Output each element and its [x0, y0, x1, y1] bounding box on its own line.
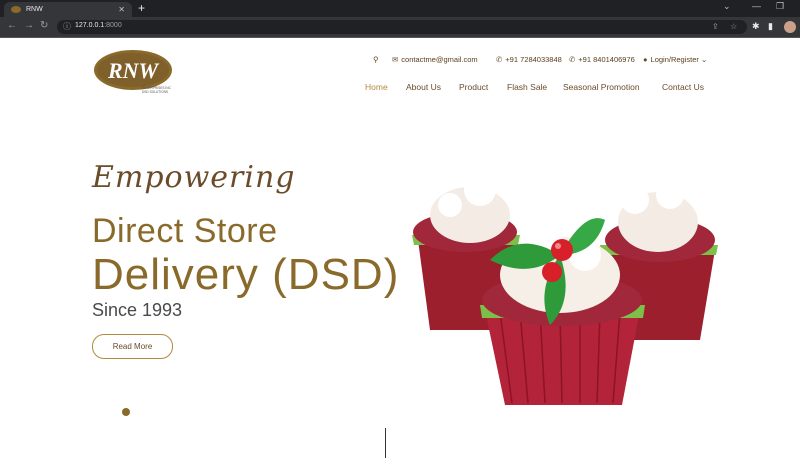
tab-bar: RNW ✕ + ⌄ — ❐	[0, 0, 800, 17]
slider-dot[interactable]	[122, 408, 130, 416]
share-icon[interactable]: ⇪	[712, 22, 719, 31]
rnw-logo[interactable]: RNW ENTERPRISES INC DSD SOLUTIONS	[92, 48, 174, 96]
phone-icon: ✆	[496, 55, 503, 64]
new-tab-button[interactable]: +	[138, 1, 145, 15]
phone-link-1[interactable]: ✆ +91 7284033848	[496, 55, 562, 64]
nav-flash-sale[interactable]: Flash Sale	[507, 82, 547, 92]
logo-subtitle-2: DSD SOLUTIONS	[142, 90, 168, 94]
address-bar[interactable]: ⓘ 127.0.0.1:8000 ⇪ ☆	[57, 20, 747, 34]
chevron-down-icon: ⌄	[701, 55, 708, 64]
read-more-button[interactable]: Read More	[92, 334, 173, 359]
user-icon: ●	[643, 55, 648, 64]
login-register-link[interactable]: ● Login/Register ⌄	[643, 55, 707, 64]
extensions-icon[interactable]: ✱	[752, 21, 760, 32]
browser-tab[interactable]: RNW ✕	[4, 2, 132, 17]
chrome-divider	[0, 37, 800, 38]
cupcakes-image	[412, 174, 718, 405]
site-info-icon[interactable]: ⓘ	[63, 21, 71, 32]
chevron-down-icon[interactable]: ⌄	[723, 1, 731, 12]
bookmark-star-icon[interactable]: ☆	[730, 22, 737, 31]
nav-contact-us[interactable]: Contact Us	[662, 82, 704, 92]
hero-headline-line-1: Direct Store	[92, 212, 278, 250]
nav-seasonal-promotion[interactable]: Seasonal Promotion	[563, 82, 640, 92]
tab-title: RNW	[26, 6, 43, 13]
mail-icon: ✉	[392, 55, 399, 64]
profile-avatar[interactable]	[784, 21, 796, 33]
hero-since: Since 1993	[92, 300, 183, 320]
browser-toolbar: ← → ↻ ⓘ 127.0.0.1:8000 ⇪ ☆ ✱ ▮	[0, 17, 800, 37]
minimize-icon[interactable]: —	[752, 1, 761, 11]
phone-link-2[interactable]: ✆ +91 8401406976	[569, 55, 635, 64]
email-link[interactable]: ✉ contactme@gmail.com	[392, 55, 478, 64]
forward-icon[interactable]: →	[24, 20, 34, 31]
back-icon[interactable]: ←	[7, 20, 17, 31]
logo-text: RNW	[107, 58, 160, 83]
nav-about-us[interactable]: About Us	[406, 82, 441, 92]
favicon-icon	[11, 6, 21, 13]
url-text: 127.0.0.1:8000	[75, 22, 122, 29]
nav-home[interactable]: Home	[365, 82, 388, 92]
search-icon[interactable]: ⚲	[373, 55, 379, 64]
side-panel-icon[interactable]: ▮	[768, 21, 773, 32]
reload-icon[interactable]: ↻	[40, 20, 48, 31]
restore-icon[interactable]: ❐	[776, 1, 784, 12]
phone-icon: ✆	[569, 55, 576, 64]
nav-product[interactable]: Product	[459, 82, 488, 92]
tab-close-icon[interactable]: ✕	[118, 5, 125, 14]
scroll-indicator-line	[385, 428, 386, 458]
hero-headline-line-2: Delivery (DSD)	[92, 250, 400, 299]
hero-script-text: Empowering	[92, 160, 296, 195]
